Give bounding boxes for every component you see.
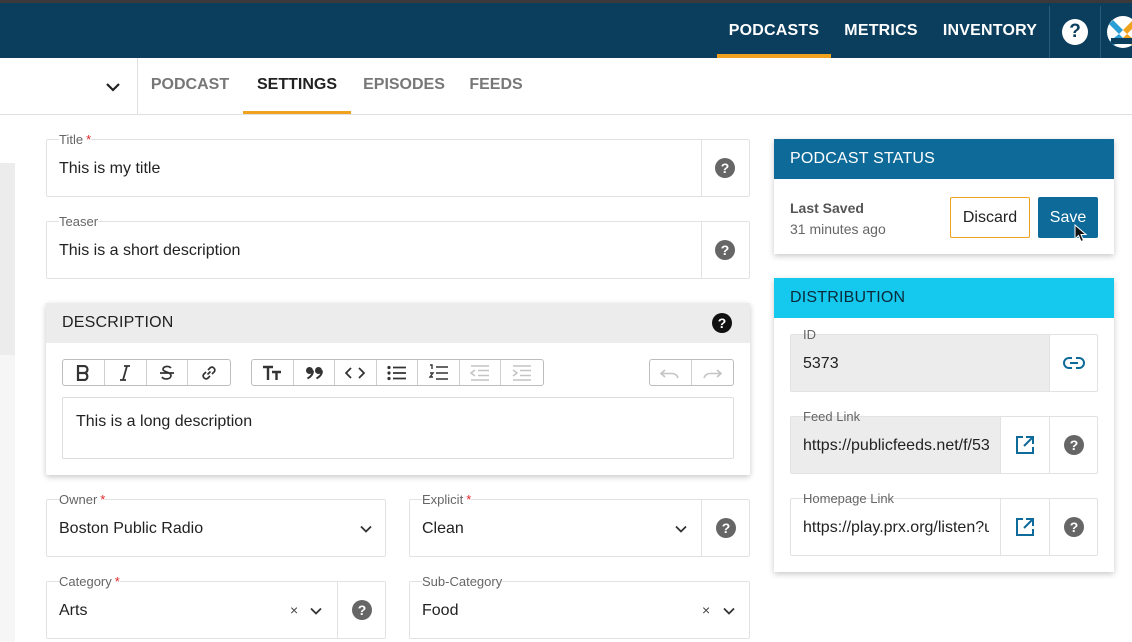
explicit-select[interactable]: Explicit * Clean ? — [409, 491, 750, 557]
feed-link-open-button[interactable] — [1000, 417, 1049, 473]
explicit-label: Explicit * — [422, 491, 472, 508]
id-field: ID 5373 — [790, 327, 1098, 392]
left-gutter — [0, 355, 15, 642]
homepage-link-field: Homepage Link https://play.prx.org/liste… — [790, 491, 1098, 556]
owner-value: Boston Public Radio — [59, 520, 204, 537]
discard-button[interactable]: Discard — [950, 197, 1030, 238]
indent-icon[interactable] — [501, 360, 543, 385]
tab-settings[interactable]: SETTINGS — [243, 58, 351, 114]
nav-divider — [1049, 6, 1050, 58]
category-select[interactable]: Category * Arts × ? — [46, 573, 386, 639]
distribution-panel: DISTRIBUTION ID 5373 Feed Link https://p… — [774, 278, 1114, 572]
toolbar-history-group — [649, 359, 734, 386]
description-card: DESCRIPTION ? This is a long description — [46, 303, 750, 475]
chevron-down-icon[interactable] — [309, 604, 323, 618]
subnav-divider — [137, 58, 138, 114]
id-label: ID — [803, 327, 816, 342]
description-title: DESCRIPTION — [62, 314, 174, 331]
explicit-help-icon[interactable]: ? — [716, 518, 736, 538]
save-button[interactable]: Save — [1038, 197, 1098, 238]
chevron-down-icon[interactable] — [674, 522, 688, 536]
podcast-status-header: PODCAST STATUS — [774, 139, 1114, 179]
feed-link-label: Feed Link — [803, 409, 861, 424]
nav-divider — [1100, 6, 1101, 58]
description-editor[interactable]: This is a long description — [62, 397, 734, 459]
toolbar-block-group — [251, 359, 544, 386]
category-clear-icon[interactable]: × — [290, 603, 298, 617]
strikethrough-icon[interactable] — [147, 360, 189, 385]
copy-link-button[interactable] — [1049, 335, 1098, 391]
feed-link-help-button[interactable]: ? — [1049, 417, 1098, 473]
mouse-cursor-icon — [1074, 224, 1088, 243]
homepage-link-value[interactable]: https://play.prx.org/listen?uf=5373 — [803, 519, 989, 537]
outdent-icon[interactable] — [460, 360, 502, 385]
teaser-label: Teaser — [59, 213, 99, 230]
title-label: Title * — [59, 131, 92, 148]
sub-navbar: PODCAST SETTINGS EPISODES FEEDS — [0, 58, 1132, 115]
tab-feeds[interactable]: FEEDS — [462, 58, 530, 114]
tab-episodes[interactable]: EPISODES — [356, 58, 452, 114]
teaser-help-icon[interactable]: ? — [715, 240, 735, 260]
homepage-link-open-button[interactable] — [1000, 499, 1049, 555]
teaser-input[interactable]: This is a short description — [59, 242, 240, 260]
title-help-icon[interactable]: ? — [715, 158, 735, 178]
description-header: DESCRIPTION ? — [46, 303, 750, 343]
nav-podcasts[interactable]: PODCASTS — [717, 3, 831, 58]
owner-label: Owner * — [59, 491, 106, 508]
chevron-down-icon[interactable] — [722, 604, 736, 618]
description-help-icon[interactable]: ? — [712, 313, 732, 333]
external-link-icon — [1016, 518, 1034, 536]
homepage-link-help-button[interactable]: ? — [1049, 499, 1098, 555]
prx-logo-icon[interactable] — [1107, 16, 1132, 48]
top-navbar: PODCASTS METRICS INVENTORY ? — [0, 0, 1132, 58]
external-link-icon — [1016, 436, 1034, 454]
distribution-header: DISTRIBUTION — [774, 278, 1114, 318]
link-icon[interactable] — [188, 360, 230, 385]
left-gutter — [0, 163, 15, 355]
subcategory-select[interactable]: Sub-Category Food × — [409, 573, 750, 639]
numbered-list-icon[interactable] — [418, 360, 460, 385]
nav-metrics[interactable]: METRICS — [836, 3, 926, 58]
help-icon[interactable]: ? — [1062, 19, 1088, 45]
redo-icon[interactable] — [692, 360, 734, 385]
feed-link-value: https://publicfeeds.net/f/5373 — [803, 437, 989, 454]
nav-inventory[interactable]: INVENTORY — [938, 3, 1042, 58]
subcategory-value: Food — [422, 602, 459, 619]
category-label: Category * — [59, 573, 120, 590]
bold-icon[interactable] — [63, 360, 105, 385]
tab-podcast[interactable]: PODCAST — [142, 58, 238, 114]
title-input[interactable]: This is my title — [59, 160, 160, 178]
owner-select[interactable]: Owner * Boston Public Radio — [46, 491, 386, 557]
subcategory-clear-icon[interactable]: × — [702, 603, 710, 617]
feed-link-field: Feed Link https://publicfeeds.net/f/5373… — [790, 409, 1098, 474]
podcast-status-panel: PODCAST STATUS Last Saved 31 minutes ago… — [774, 139, 1114, 254]
category-value: Arts — [59, 602, 88, 619]
code-icon[interactable] — [335, 360, 377, 385]
bullet-list-icon[interactable] — [377, 360, 419, 385]
explicit-value: Clean — [422, 520, 464, 537]
link-icon — [1063, 357, 1085, 369]
podcast-select-chevron-icon[interactable] — [104, 78, 122, 96]
italic-icon[interactable] — [105, 360, 147, 385]
id-value: 5373 — [803, 355, 839, 372]
subcategory-label: Sub-Category — [422, 573, 503, 590]
title-field[interactable]: Title * This is my title ? — [46, 131, 750, 197]
teaser-field[interactable]: Teaser This is a short description ? — [46, 213, 750, 279]
undo-icon[interactable] — [650, 360, 692, 385]
toolbar-format-group — [62, 359, 231, 386]
last-saved-label: Last Saved — [790, 200, 864, 216]
homepage-link-label: Homepage Link — [803, 491, 895, 506]
homepage-link-help-icon: ? — [1064, 517, 1084, 537]
description-text: This is a long description — [76, 413, 253, 430]
quote-icon[interactable] — [294, 360, 336, 385]
text-size-icon[interactable] — [252, 360, 294, 385]
category-help-icon[interactable]: ? — [352, 600, 372, 620]
last-saved-time: 31 minutes ago — [790, 221, 886, 237]
chevron-down-icon[interactable] — [359, 522, 373, 536]
feed-link-help-icon: ? — [1064, 435, 1084, 455]
